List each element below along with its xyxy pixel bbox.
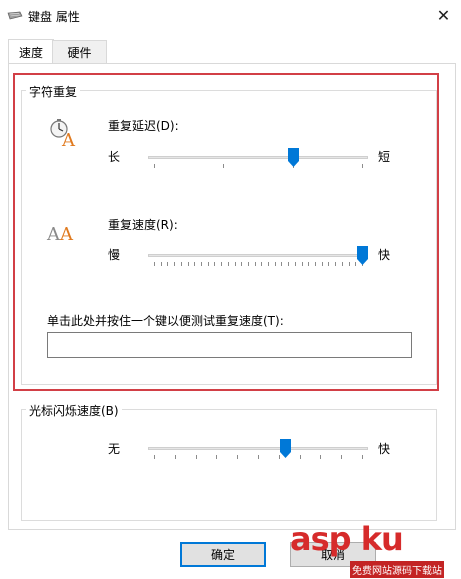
slider-thumb[interactable]: [279, 439, 291, 458]
cursor-blink-group-label: 光标闪烁速度(B): [26, 402, 122, 419]
slider-tick: [195, 455, 197, 459]
title-bar: 键盘 属性 ✕: [0, 0, 461, 32]
tab-speed[interactable]: 速度: [8, 39, 54, 64]
slider-tick: [216, 455, 218, 459]
close-button[interactable]: ✕: [426, 0, 461, 30]
ok-button-label: 确定: [210, 548, 235, 562]
cursor-blink-max-label: 快: [378, 442, 391, 456]
tab-speed-label: 速度: [18, 45, 43, 60]
watermark: asp ku 免费网站源码下载站: [288, 520, 461, 579]
slider-track: [148, 447, 368, 450]
slider-tick: [237, 455, 239, 459]
slider-tick: [299, 455, 301, 459]
watermark-tagline: 免费网站源码下载站: [350, 561, 444, 578]
cursor-blink-min-label: 无: [108, 442, 121, 456]
slider-tick: [362, 455, 363, 459]
slider-tick: [341, 455, 343, 459]
highlight-frame: [13, 73, 439, 391]
slider-tick: [320, 455, 322, 459]
tab-hardware[interactable]: 硬件: [52, 40, 107, 63]
cursor-blink-slider[interactable]: [148, 439, 368, 461]
ok-button[interactable]: 确定: [180, 542, 266, 567]
tab-hardware-label: 硬件: [67, 45, 92, 60]
cursor-blink-group: 光标闪烁速度(B): [21, 402, 437, 521]
slider-tick: [258, 455, 259, 459]
keyboard-icon: [7, 11, 23, 20]
watermark-logo: asp ku: [290, 520, 404, 558]
slider-tick: [174, 455, 176, 459]
slider-ticks: [148, 455, 368, 461]
window-title: 键盘 属性: [28, 10, 80, 24]
close-icon: ✕: [436, 5, 451, 25]
slider-tick: [154, 455, 155, 459]
